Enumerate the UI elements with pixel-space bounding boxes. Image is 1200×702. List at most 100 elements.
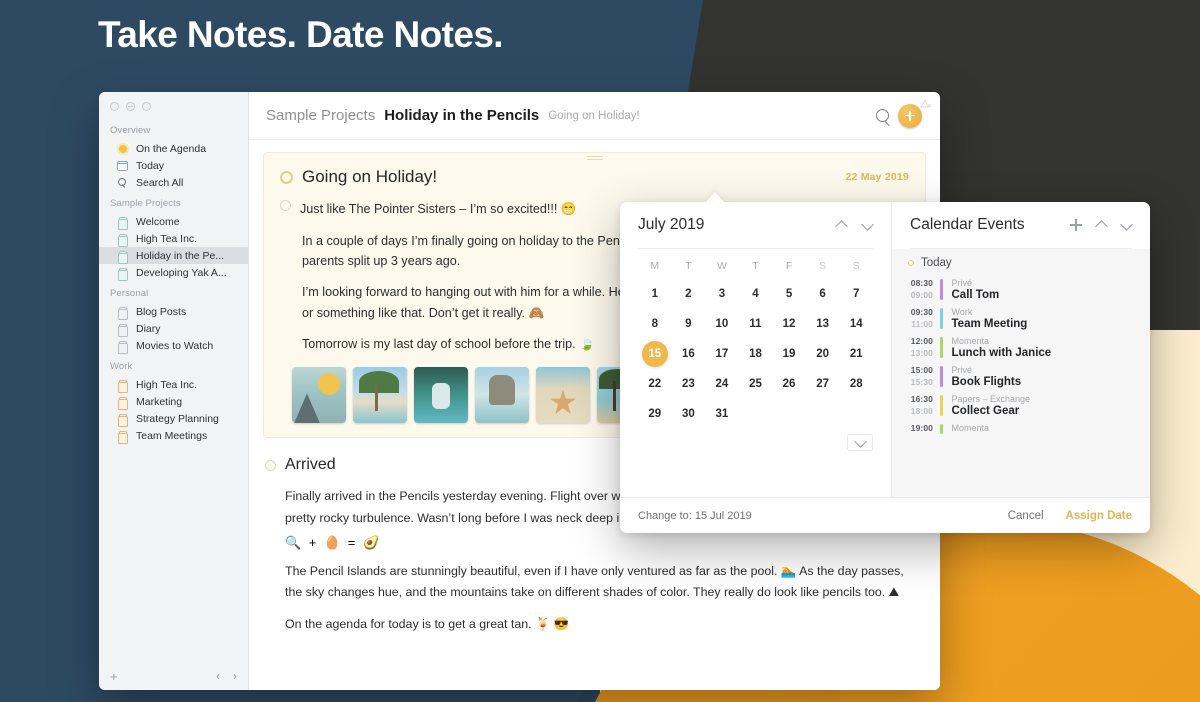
sidebar-group-work-title: Work xyxy=(110,361,133,372)
add-project-button[interactable]: + xyxy=(110,669,118,684)
calendar-day[interactable]: 8 xyxy=(638,311,672,337)
zoom-button[interactable] xyxy=(142,102,151,111)
close-button[interactable] xyxy=(110,102,119,111)
note-bullet-icon[interactable] xyxy=(265,459,276,471)
calendar-day[interactable]: 19 xyxy=(772,341,806,367)
events-list[interactable]: Today 08:30 09:00 Privé Call Tom 09:30 11:00 W… xyxy=(892,249,1150,497)
calendar-day[interactable]: 31 xyxy=(705,401,739,427)
sidebar-item-search-all[interactable]: Search All xyxy=(99,174,248,191)
sidebar-item-diary[interactable]: Diary xyxy=(99,320,248,337)
sidebar-item-movies-to-watch[interactable]: Movies to Watch xyxy=(99,337,248,354)
event-color-bar xyxy=(940,395,943,416)
calendar-day[interactable]: 6 xyxy=(806,281,840,307)
search-icon[interactable] xyxy=(876,109,889,122)
event-start-time: 12:00 xyxy=(910,336,933,346)
calendar-day[interactable]: 14 xyxy=(839,311,873,337)
calendar-divider xyxy=(638,248,873,249)
calendar-day[interactable]: 13 xyxy=(806,311,840,337)
photo-thumbnail[interactable] xyxy=(475,367,529,424)
event-title: Call Tom xyxy=(951,289,1000,301)
calendar-day[interactable]: 30 xyxy=(672,401,706,427)
breadcrumb-project[interactable]: Sample Projects xyxy=(266,107,375,124)
note-card-header: Going on Holiday! 22 May 2019 xyxy=(280,167,909,187)
sidebar-item-developing-yak[interactable]: Developing Yak A... xyxy=(99,264,248,281)
calendar-day-selected[interactable]: 15 xyxy=(641,341,668,367)
chevron-up-icon[interactable] xyxy=(1096,220,1107,231)
calendar-event-row[interactable]: 08:30 09:00 Privé Call Tom xyxy=(892,275,1150,304)
calendar-event-row[interactable]: 15:00 15:30 Privé Book Flights xyxy=(892,362,1150,391)
event-color-bar xyxy=(940,337,943,358)
note-date-badge[interactable]: 22 May 2019 xyxy=(846,171,910,183)
event-color-bar xyxy=(940,308,943,329)
calendar-day[interactable]: 12 xyxy=(772,311,806,337)
calendar-day[interactable]: 29 xyxy=(638,401,672,427)
events-actions xyxy=(1070,219,1132,231)
nav-back-button[interactable]: ‹ xyxy=(216,669,220,683)
calendar-day[interactable]: 20 xyxy=(806,341,840,367)
assign-date-button[interactable]: Assign Date xyxy=(1066,510,1132,522)
calendar-day[interactable]: 17 xyxy=(705,341,739,367)
calendar-day[interactable]: 7 xyxy=(839,281,873,307)
nav-forward-button[interactable]: › xyxy=(233,669,237,683)
event-title: Collect Gear xyxy=(951,405,1020,417)
sidebar-item-team-meetings[interactable]: Team Meetings xyxy=(99,427,248,444)
plus-icon[interactable] xyxy=(1070,219,1082,231)
popover-body: July 2019 M T W T F S S 1 2 3 4 5 6 7 8 9 10 11 12 1… xyxy=(620,202,1150,497)
calendar-day[interactable]: 16 xyxy=(672,341,706,367)
calendar-day[interactable]: 25 xyxy=(739,371,773,397)
sidebar-item-work-high-tea-inc[interactable]: High Tea Inc. xyxy=(99,376,248,393)
calendar-day[interactable]: 5 xyxy=(772,281,806,307)
sidebar-item-strategy-planning[interactable]: Strategy Planning xyxy=(99,410,248,427)
sidebar-item-today[interactable]: Today xyxy=(99,157,248,174)
note-bullet-icon[interactable] xyxy=(280,170,293,184)
sidebar-item-holiday-in-the-pencils[interactable]: Holiday in the Pe... xyxy=(99,247,248,264)
photo-thumbnail[interactable] xyxy=(353,367,407,424)
sidebar-item-blog-posts[interactable]: Blog Posts xyxy=(99,303,248,320)
sidebar-item-on-the-agenda[interactable]: On the Agenda xyxy=(99,140,248,157)
photo-thumbnail[interactable] xyxy=(536,367,590,424)
calendar-day[interactable]: 4 xyxy=(739,281,773,307)
calendar-event-row[interactable]: 12:00 13:00 Momenta Lunch with Janice xyxy=(892,333,1150,362)
calendar-day[interactable]: 3 xyxy=(705,281,739,307)
calendar-day[interactable]: 26 xyxy=(772,371,806,397)
sidebar-item-high-tea-inc[interactable]: High Tea Inc. xyxy=(99,230,248,247)
calendar-day[interactable]: 2 xyxy=(672,281,706,307)
minimize-button[interactable] xyxy=(126,102,135,111)
calendar-day[interactable]: 28 xyxy=(839,371,873,397)
chevron-down-icon[interactable] xyxy=(862,220,873,231)
calendar-event-row[interactable]: 19:00 Momenta xyxy=(892,420,1150,438)
sidebar-item-welcome[interactable]: Welcome xyxy=(99,213,248,230)
sidebar-scroll-area[interactable]: Overview On the Agenda Today Search All … xyxy=(99,111,248,662)
calendar-day[interactable]: 22 xyxy=(638,371,672,397)
calendar-day[interactable]: 24 xyxy=(705,371,739,397)
photo-thumbnail[interactable] xyxy=(414,367,468,424)
sidebar-item-label: Today xyxy=(136,159,165,172)
calendar-pane: July 2019 M T W T F S S 1 2 3 4 5 6 7 8 9 10 11 12 1… xyxy=(620,202,892,497)
cancel-button[interactable]: Cancel xyxy=(1008,510,1044,522)
calendar-day[interactable]: 21 xyxy=(839,341,873,367)
sidebar-item-label: High Tea Inc. xyxy=(136,232,198,245)
sidebar-item-label: Welcome xyxy=(136,215,180,228)
calendar-day-empty xyxy=(839,401,873,427)
calendar-day-grid[interactable]: 1 2 3 4 5 6 7 8 9 10 11 12 13 14 15 16 17 18 19 20 21 22 23 24 2… xyxy=(638,281,873,427)
sidebar-item-label: Diary xyxy=(136,322,161,335)
calendar-event-row[interactable]: 16:30 18:00 Papers – Exchange Collect Gear xyxy=(892,391,1150,420)
event-calendar-name: Papers – Exchange xyxy=(951,394,1031,404)
calendar-day[interactable]: 10 xyxy=(705,311,739,337)
chevron-down-icon[interactable] xyxy=(1121,220,1132,231)
chevron-up-icon[interactable] xyxy=(836,220,847,231)
calendar-day[interactable]: 9 xyxy=(672,311,706,337)
calendar-event-row[interactable]: 09:30 11:00 Work Team Meeting xyxy=(892,304,1150,333)
calendar-day[interactable]: 1 xyxy=(638,281,672,307)
calendar-day[interactable]: 27 xyxy=(806,371,840,397)
calendar-day[interactable]: 18 xyxy=(739,341,773,367)
sidebar-item-marketing[interactable]: Marketing xyxy=(99,393,248,410)
calendar-expand-button[interactable] xyxy=(847,434,873,451)
note-subbullet-icon[interactable] xyxy=(280,200,291,211)
plus-circle-icon[interactable] xyxy=(898,103,922,128)
photo-thumbnail[interactable] xyxy=(292,367,346,424)
calendar-day[interactable]: 11 xyxy=(739,311,773,337)
calendar-day[interactable]: 23 xyxy=(672,371,706,397)
event-start-time: 16:30 xyxy=(910,394,933,404)
document-icon xyxy=(117,233,129,247)
